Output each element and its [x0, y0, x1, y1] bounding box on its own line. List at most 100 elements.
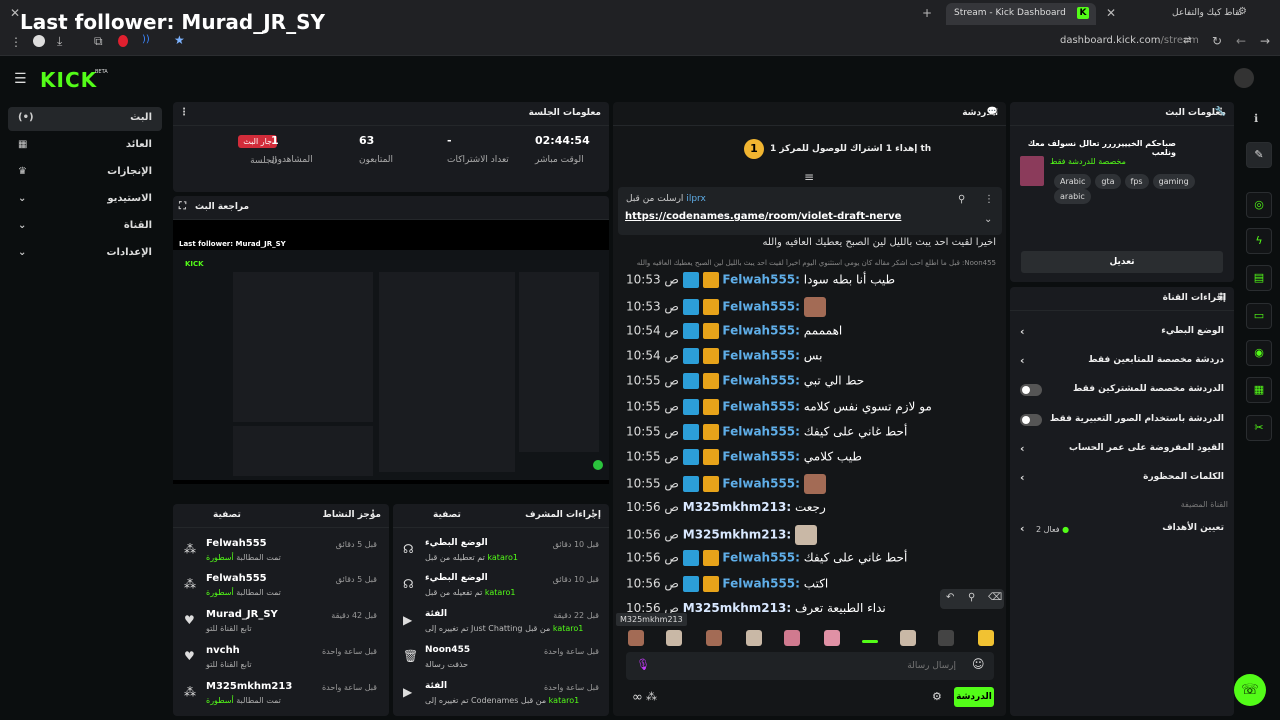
list-item[interactable]: ☊ الوضع البطيء تم تفعيله من قبل kataro1 قبل… — [397, 571, 605, 605]
setting-slow-mode[interactable]: الوضع البطيء › — [1016, 320, 1228, 348]
reload-icon[interactable]: ↻ — [1212, 34, 1222, 48]
message-username[interactable]: Felwah555 — [722, 551, 795, 565]
emote-item[interactable] — [784, 630, 800, 646]
wrench-icon[interactable]: ✂ — [1246, 415, 1272, 441]
infinity-icon[interactable]: ∞ — [632, 690, 643, 705]
nav-item-channel[interactable]: ⌄ القناة — [8, 215, 162, 239]
chat-message[interactable]: 10:56 ص Felwah555: أحط غاني على كيفك — [626, 550, 1006, 572]
emote-item[interactable] — [628, 630, 644, 646]
setting-account-age[interactable]: القيود المفروضة على عمر الحساب › — [1016, 437, 1228, 465]
emoji-icon[interactable]: ☺ — [972, 657, 985, 671]
hamburger-icon[interactable]: ☰ — [14, 71, 27, 87]
emote-item[interactable] — [900, 630, 916, 646]
tab-kick-dashboard[interactable]: Stream - Kick Dashboard — [946, 3, 1096, 25]
kick-logo[interactable]: KICK — [40, 68, 97, 92]
activity-filter-button[interactable]: تصفية — [213, 510, 241, 520]
expand-icon[interactable]: ⛶ — [179, 201, 186, 212]
message-username[interactable]: M325mkhm213 — [683, 528, 787, 542]
emote-item[interactable] — [666, 630, 682, 646]
collapse-icon[interactable]: ≡ — [804, 170, 814, 184]
emote-item[interactable] — [938, 630, 954, 646]
close-icon[interactable]: ✕ — [10, 6, 20, 20]
message-username[interactable]: Felwah555 — [722, 477, 795, 491]
forward-icon[interactable]: ← — [1236, 34, 1246, 48]
chat-message[interactable]: 10:53 ص Felwah555: طيب أنا بطه سودا — [626, 272, 1006, 294]
broadcast-icon[interactable]: ◉ — [1246, 340, 1272, 366]
avatar[interactable] — [1234, 68, 1254, 88]
back-icon[interactable]: → — [1260, 34, 1270, 48]
list-item[interactable]: ⁂ Felwah555 تمت المطالبة أسطورة قبل 5 دقائق — [178, 571, 383, 605]
chat-input[interactable] — [656, 656, 956, 676]
document-icon[interactable]: ▤ — [1246, 265, 1272, 291]
trash-icon[interactable]: ⌫ — [988, 592, 1002, 603]
emote-item[interactable] — [978, 630, 994, 646]
focus-icon[interactable]: ◎ — [1246, 192, 1272, 218]
setting-banned-words[interactable]: الكلمات المحظورة › — [1016, 466, 1228, 494]
chat-message[interactable]: 10:55 ص Felwah555: مو لازم تسوي نفس كلام… — [626, 398, 1006, 421]
emote-item[interactable] — [824, 630, 840, 646]
layout-icon[interactable]: ▦ — [1246, 377, 1272, 403]
support-icon[interactable]: ☏ — [1234, 674, 1266, 706]
setting-subscribers-only[interactable]: الدردشة مخصصة للمشتركين فقط — [1016, 378, 1228, 406]
list-item[interactable]: ▶ الفئة تم تغييره إلى Just Chatting من قبل… — [397, 607, 605, 641]
gear-icon[interactable]: ⚙ — [932, 690, 942, 703]
chat-message[interactable]: 10:56 ص M325mkhm213: — [626, 525, 1006, 547]
nav-item-settings[interactable]: ⌄ الإعدادات — [8, 242, 162, 266]
emote-item[interactable] — [706, 630, 722, 646]
message-username[interactable]: Felwah555 — [722, 273, 795, 287]
chat-input-box[interactable]: 🎙 ☺ — [626, 652, 994, 680]
nav-item-revenue[interactable]: ▦ العائد — [8, 134, 162, 158]
pinned-link[interactable]: https://codenames.game/room/violet-draft… — [625, 211, 901, 222]
emote-item[interactable] — [862, 640, 878, 643]
record-icon[interactable] — [118, 35, 128, 47]
toggle-switch[interactable] — [1020, 414, 1042, 426]
profile-icon[interactable] — [33, 35, 45, 47]
list-item[interactable]: ⁂ M325mkhm213 تمت المطالبة أسطورة قبل ساعة … — [178, 679, 383, 713]
list-item[interactable]: ♥ nvchh تابع القناة للتو قبل ساعة واحدة — [178, 643, 383, 677]
message-username[interactable]: Felwah555 — [722, 300, 795, 314]
list-item[interactable]: ⁂ Felwah555 تمت المطالبة أسطورة قبل 5 دقائق — [178, 536, 383, 570]
chevron-down-icon[interactable]: ⌄ — [984, 214, 992, 225]
emote-item[interactable] — [746, 630, 762, 646]
message-username[interactable]: Felwah555 — [722, 323, 795, 337]
nav-item-achievements[interactable]: ♛ الإنجازات — [8, 161, 162, 185]
new-tab-icon[interactable]: + — [922, 6, 932, 20]
chat-message[interactable]: 10:55 ص Felwah555: طيب كلامي — [626, 449, 1006, 471]
message-username[interactable]: Felwah555 — [722, 374, 795, 388]
message-username[interactable]: M325mkhm213 — [683, 601, 787, 615]
chat-message[interactable]: 10:55 ص Felwah555: حط الي تبي — [626, 373, 1006, 395]
url-text[interactable]: dashboard.kick.com/stream — [1060, 35, 1199, 46]
stream-preview-video[interactable]: Last follower: Murad_JR_SY KICK — [173, 220, 609, 484]
list-item[interactable]: 🗑 Noon455 حذفت رسالة قبل ساعة واحدة — [397, 643, 605, 677]
tune-icon[interactable]: ⇄ — [1183, 35, 1191, 46]
message-username[interactable]: Felwah555 — [722, 576, 795, 590]
message-username[interactable]: Felwah555 — [722, 348, 795, 362]
message-username[interactable]: Felwah555 — [722, 399, 795, 413]
chat-message[interactable]: 10:56 ص M325mkhm213: رجعت — [626, 500, 1006, 522]
setting-followers-only[interactable]: دردشة مخصصة للمتابعين فقط › — [1016, 349, 1228, 377]
more-icon[interactable]: ⋮ — [179, 107, 189, 118]
gear-icon[interactable]: ⚙ — [1238, 6, 1247, 17]
mod-filter-button[interactable]: تصفية — [433, 510, 461, 520]
reply-icon[interactable]: ↶ — [946, 592, 954, 603]
star-icon[interactable]: ★ — [174, 33, 185, 47]
signal-icon[interactable]: )) — [142, 34, 150, 45]
chat-message[interactable]: 10:54 ص Felwah555: بس — [626, 347, 1006, 370]
chat-message[interactable]: 10:53 ص Felwah555: — [626, 297, 1006, 319]
chat-message[interactable]: 10:55 ص Felwah555: أحط غاني على كيفك — [626, 423, 1006, 446]
edit-button[interactable]: تعديل — [1021, 251, 1223, 273]
more-icon[interactable]: ⋮ — [588, 509, 598, 520]
message-username[interactable]: Felwah555 — [722, 424, 795, 438]
download-icon[interactable]: ⤓ — [57, 34, 62, 49]
send-chat-button[interactable]: الدردشة — [954, 687, 994, 707]
chat-message[interactable]: 10:55 ص Felwah555: — [626, 474, 1006, 496]
lightning-icon[interactable]: ϟ — [1246, 228, 1272, 254]
more-icon[interactable]: ⋮ — [984, 194, 994, 205]
menu-dots-icon[interactable]: ⋮ — [10, 35, 22, 49]
toggle-switch[interactable] — [1020, 384, 1042, 396]
list-item[interactable]: ☊ الوضع البطيء تم تعطيله من قبل kataro1 قبل… — [397, 536, 605, 570]
extension-icon[interactable]: ⧉ — [94, 34, 103, 49]
tab-close-icon[interactable]: ✕ — [1106, 6, 1116, 20]
list-item[interactable]: ♥ Murad_JR_SY تابع القناة للتو قبل 42 دقيقة — [178, 607, 383, 641]
message-username[interactable]: Felwah555 — [722, 450, 795, 464]
